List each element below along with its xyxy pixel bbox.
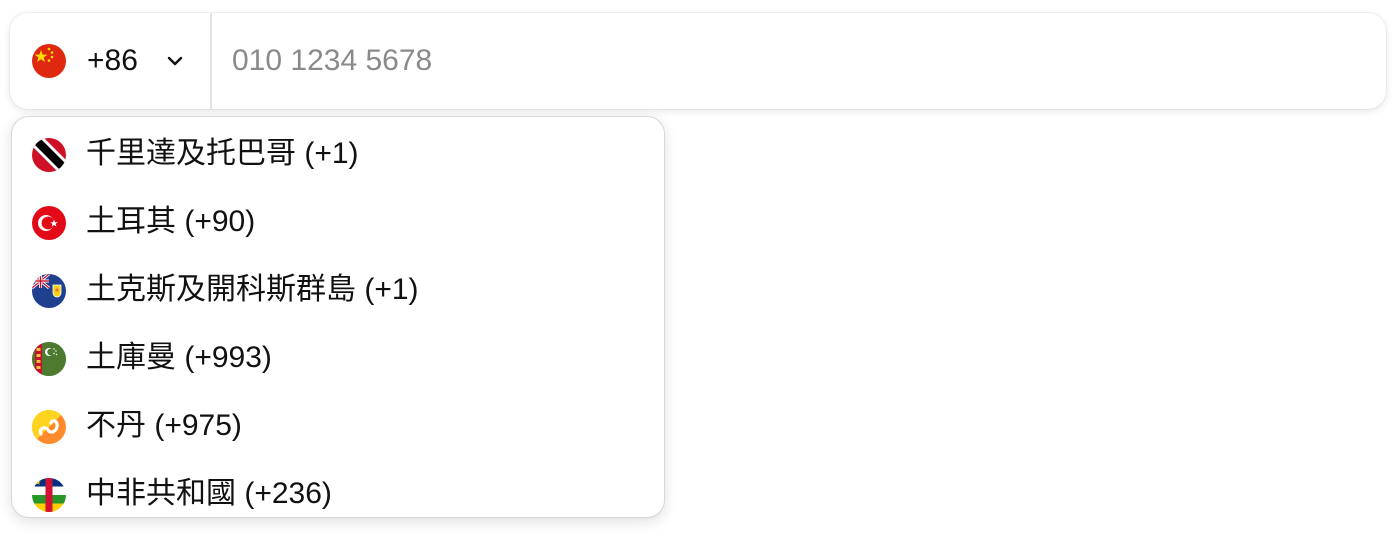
selected-country-code: +86 xyxy=(87,44,138,77)
country-option-label: 土耳其 (+90) xyxy=(86,205,256,238)
country-code-select[interactable]: +86 xyxy=(10,13,210,109)
trinidad-and-tobago-flag-icon xyxy=(32,138,66,172)
central-african-republic-flag-icon xyxy=(32,478,66,512)
country-option-turkey[interactable]: 土耳其 (+90) xyxy=(12,187,664,255)
turks-and-caicos-flag-icon xyxy=(32,274,66,308)
bhutan-flag-icon xyxy=(32,410,66,444)
country-dropdown-list: 千里達及托巴哥 (+1) 土耳其 (+90) 土克斯及開科斯群島 (+1) 土庫… xyxy=(11,116,665,518)
phone-number-input[interactable] xyxy=(212,13,1362,109)
chevron-down-icon xyxy=(167,56,183,66)
country-option-label: 中非共和國 (+236) xyxy=(86,477,332,510)
country-option-label: 土克斯及開科斯群島 (+1) xyxy=(86,273,419,306)
phone-number-field: +86 xyxy=(10,13,1386,109)
country-option-central-african-republic[interactable]: 中非共和國 (+236) xyxy=(12,459,664,517)
country-option-label: 不丹 (+975) xyxy=(86,409,242,442)
country-option-label: 土庫曼 (+993) xyxy=(86,341,272,374)
country-option-trinidad-and-tobago[interactable]: 千里達及托巴哥 (+1) xyxy=(12,119,664,187)
china-flag-icon xyxy=(32,44,66,78)
turkey-flag-icon xyxy=(32,206,66,240)
country-option-turkmenistan[interactable]: 土庫曼 (+993) xyxy=(12,323,664,391)
turkmenistan-flag-icon xyxy=(32,342,66,376)
country-option-label: 千里達及托巴哥 (+1) xyxy=(86,137,359,170)
country-option-turks-and-caicos[interactable]: 土克斯及開科斯群島 (+1) xyxy=(12,255,664,323)
country-option-bhutan[interactable]: 不丹 (+975) xyxy=(12,391,664,459)
